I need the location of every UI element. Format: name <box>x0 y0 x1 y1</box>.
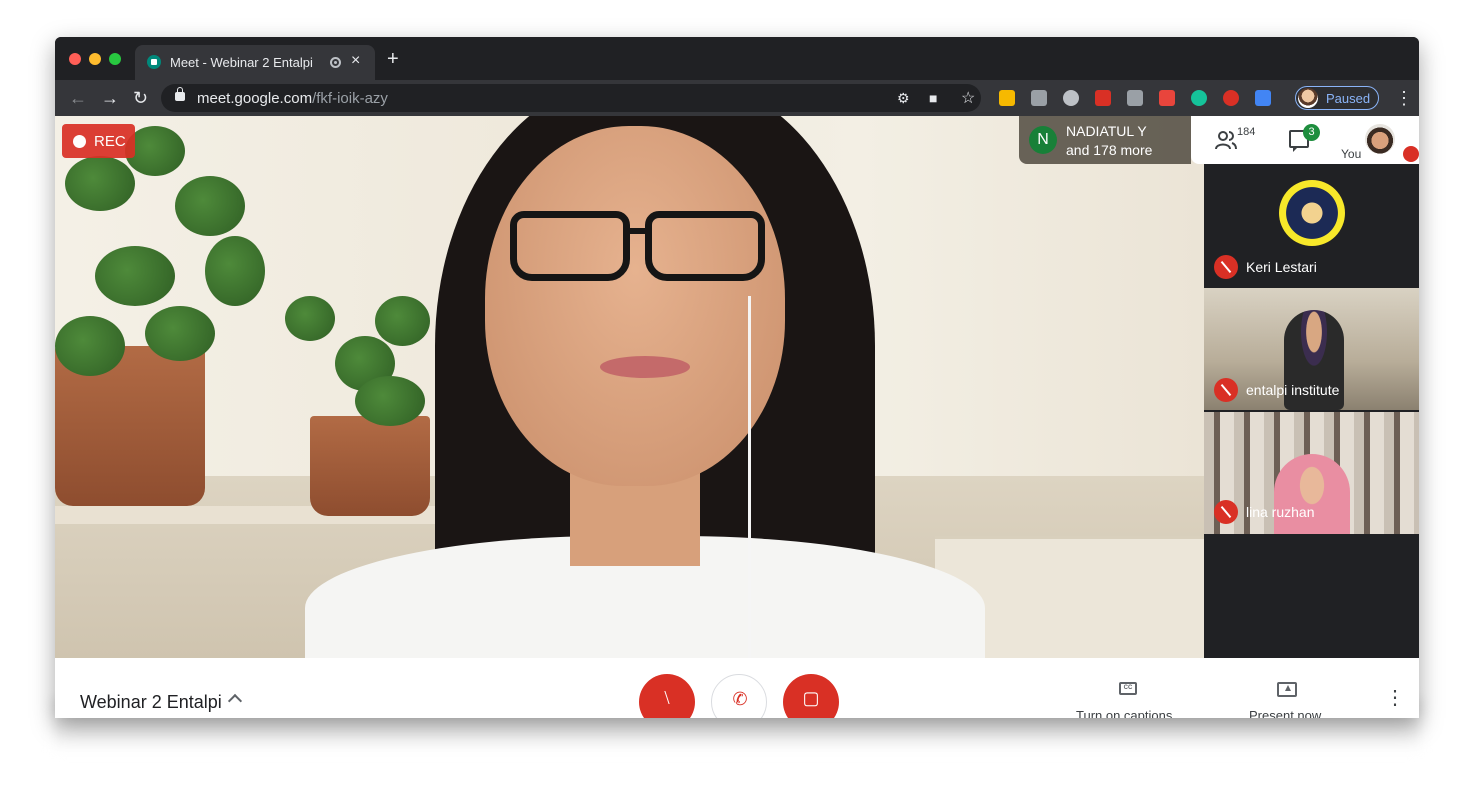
url-host: meet.google.com <box>197 90 313 107</box>
translate-extension-icon[interactable] <box>1255 90 1271 106</box>
present-now-label[interactable]: Present now <box>1249 708 1321 718</box>
chat-count-badge: 3 <box>1303 124 1320 141</box>
participant-name: lina ruzhan <box>1246 504 1315 520</box>
recording-label: REC <box>94 133 126 150</box>
plant-leaf <box>95 246 175 306</box>
extension-2-icon[interactable] <box>1031 90 1047 106</box>
record-dot-icon <box>73 135 86 148</box>
main-speaker-video[interactable]: REC N NADIATUL Y and 178 more <box>55 116 1204 658</box>
browser-menu-icon[interactable]: ⋮ <box>1395 88 1413 109</box>
minimize-window-button[interactable] <box>89 53 101 65</box>
participant-tile[interactable]: entalpi institute <box>1204 288 1419 410</box>
url-path: /fkf-ioik-azy <box>312 90 388 107</box>
plant-leaf <box>55 316 125 376</box>
glasses-bridge <box>625 228 651 234</box>
glasses-left-lens <box>510 211 630 281</box>
meeting-details-panel: 184 3 You <box>1191 116 1419 164</box>
captions-button-label[interactable]: Turn on captions <box>1076 708 1172 718</box>
meet-favicon-icon <box>147 55 161 69</box>
recording-badge[interactable]: REC <box>62 124 135 158</box>
camera-off-icon: ▢ <box>802 688 820 708</box>
profile-status: Paused <box>1326 91 1371 106</box>
maximize-window-button[interactable] <box>109 53 121 65</box>
camera-toggle-button[interactable]: ▢ <box>783 674 839 718</box>
hang-up-icon: ✆ <box>732 689 748 709</box>
tab-meet[interactable]: Meet - Webinar 2 Entalpi × <box>135 45 375 80</box>
close-tab-button[interactable]: × <box>351 52 360 70</box>
screenshot-stage: Meet - Webinar 2 Entalpi × + ← → ↻ meet.… <box>0 0 1478 791</box>
camera-icon[interactable]: ■ <box>929 90 937 106</box>
plant-leaf <box>285 296 335 341</box>
speaker-more-count: and 178 more <box>1066 142 1153 158</box>
new-tab-button[interactable]: + <box>387 49 399 69</box>
forward-button[interactable]: → <box>101 88 119 108</box>
mic-off-icon: ⧵ <box>664 688 670 708</box>
muted-mic-icon <box>1214 378 1238 402</box>
speaker-avatar: N <box>1029 126 1057 154</box>
glasses-right-lens <box>645 211 765 281</box>
people-icon[interactable] <box>1215 130 1237 150</box>
participant-count: 184 <box>1237 126 1256 138</box>
leave-call-button[interactable]: ✆ <box>711 674 767 718</box>
lock-icon[interactable] <box>175 87 185 101</box>
drive-extension-icon[interactable] <box>1127 90 1143 106</box>
star-icon[interactable]: ☆ <box>961 88 975 108</box>
muted-mic-icon <box>1214 255 1238 279</box>
participant-video <box>1274 454 1350 534</box>
close-window-button[interactable] <box>69 53 81 65</box>
participant-avatar <box>1279 180 1345 246</box>
extension-8-icon[interactable] <box>1223 90 1239 106</box>
present-screen-icon[interactable] <box>1277 682 1297 697</box>
muted-mic-icon <box>1214 500 1238 524</box>
meeting-title[interactable]: Webinar 2 Entalpi <box>80 692 222 713</box>
reload-button[interactable]: ↻ <box>133 88 148 108</box>
grammarly-extension-icon[interactable] <box>1191 90 1207 106</box>
self-label: You <box>1341 147 1362 161</box>
browser-toolbar: ← → ↻ meet.google.com/fkf-ioik-azy ⚙ ■ ☆… <box>55 80 1419 116</box>
speaker-lips <box>600 356 690 378</box>
plant-leaf <box>205 236 265 306</box>
participant-sidebar: Keri Lestari entalpi institute lina ruzh… <box>1204 164 1419 658</box>
more-options-icon[interactable]: ⋮ <box>1385 688 1405 708</box>
plant-leaf <box>65 156 135 211</box>
self-muted-mic-icon <box>1403 146 1419 162</box>
participant-tile[interactable]: lina ruzhan <box>1204 412 1419 534</box>
profile-button[interactable]: Paused <box>1295 86 1379 110</box>
extension-3-icon[interactable] <box>1063 90 1079 106</box>
tab-strip: Meet - Webinar 2 Entalpi × + <box>55 37 1419 80</box>
plant-leaf <box>375 296 430 346</box>
active-speaker-bubble[interactable]: N NADIATUL Y and 178 more <box>1019 116 1191 164</box>
extension-4-icon[interactable] <box>1095 90 1111 106</box>
tab-title: Meet - Webinar 2 Entalpi <box>170 55 313 70</box>
microphone-toggle-button[interactable]: ⧵ <box>639 674 695 718</box>
plant-leaf <box>355 376 425 426</box>
recording-indicator-icon <box>330 57 341 68</box>
participant-tile[interactable]: Keri Lestari <box>1204 164 1419 286</box>
participant-name: entalpi institute <box>1246 382 1340 398</box>
back-button[interactable]: ← <box>69 88 87 108</box>
speaker-face <box>485 126 785 486</box>
site-settings-icon[interactable]: ⚙ <box>897 90 910 107</box>
participant-name: Keri Lestari <box>1246 259 1317 275</box>
plant-leaf <box>175 176 245 236</box>
profile-avatar <box>1298 88 1318 108</box>
meet-stage: REC N NADIATUL Y and 178 more 184 3 You … <box>55 116 1419 718</box>
plant-leaf <box>145 306 215 361</box>
address-bar[interactable]: meet.google.com/fkf-ioik-azy ⚙ ■ ☆ <box>161 84 981 112</box>
extension-1-icon[interactable] <box>999 90 1015 106</box>
browser-window: Meet - Webinar 2 Entalpi × + ← → ↻ meet.… <box>55 37 1419 718</box>
meeting-controls-bar: Webinar 2 Entalpi ⧵ ✆ ▢ CC Turn on capti… <box>55 658 1419 718</box>
chevron-up-icon[interactable] <box>227 693 243 709</box>
earphone-wire <box>748 296 751 658</box>
url-text: meet.google.com/fkf-ioik-azy <box>197 90 388 107</box>
captions-icon[interactable]: CC <box>1119 682 1137 695</box>
self-avatar[interactable] <box>1365 124 1395 154</box>
speaker-name: NADIATUL Y <box>1066 123 1147 139</box>
extension-6-icon[interactable] <box>1159 90 1175 106</box>
plant-pot-right <box>310 416 430 516</box>
